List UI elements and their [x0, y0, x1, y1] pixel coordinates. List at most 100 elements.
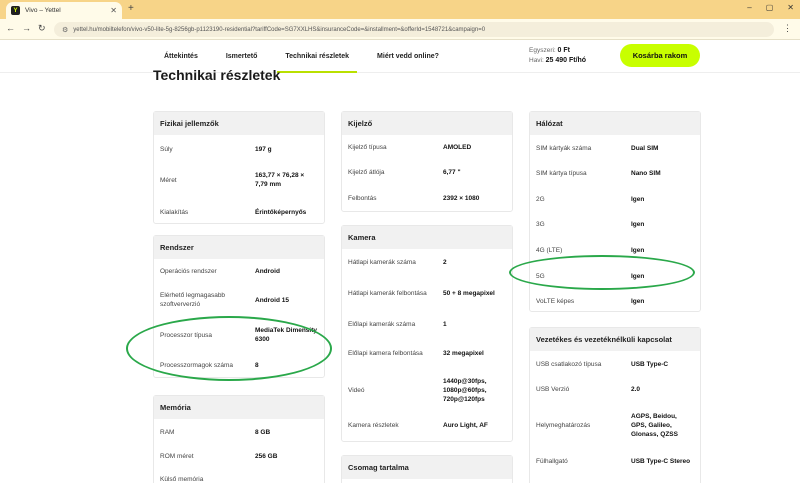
- spec-value: MediaTek Dimensity 6300: [255, 327, 318, 343]
- spec-value: 163,77 × 76,28 × 7,79 mm: [255, 172, 305, 188]
- page-title: Technikai részletek: [153, 67, 281, 83]
- spec-value: 8 GB: [255, 428, 271, 436]
- spec-label: USB csatlakozó típusa: [536, 361, 602, 368]
- card-title: Vezetékes és vezetéknélküli kapcsolat: [530, 328, 700, 351]
- price-summary: Egyszeri: 0 Ft Havi: 25 490 Ft/hó: [529, 46, 586, 66]
- spec-label: Kijelző átlója: [348, 169, 385, 176]
- spec-value: 2: [443, 259, 447, 266]
- forward-arrow-icon[interactable]: →: [22, 23, 31, 33]
- card-title: Csomag tartalma: [342, 456, 512, 479]
- spec-row: Súly 197 g: [154, 138, 324, 160]
- spec-row: SIM kártyák száma Dual SIM: [530, 136, 700, 161]
- close-icon[interactable]: ✕: [110, 6, 117, 15]
- spec-label: 4G (LTE): [536, 246, 563, 254]
- spec-value: 1: [443, 320, 447, 328]
- reload-icon[interactable]: ↻: [38, 23, 46, 34]
- spec-row: Processzor típusa MediaTek Dimensity 6300: [154, 318, 324, 352]
- spec-label: Külső memória: [160, 475, 204, 483]
- spec-row: Előlapi kamerák száma 1: [342, 311, 512, 337]
- spec-value: 8: [255, 361, 259, 369]
- tab-title: Vivo – Yettel: [25, 7, 61, 14]
- spec-row: USB csatlakozó típusa USB Type-C: [530, 352, 700, 377]
- spec-row: RAM 8 GB: [154, 420, 324, 444]
- browser-toolbar: ← → ↻ ⚙ yettel.hu/mobiltelefon/vivo-v50-…: [0, 19, 800, 40]
- spec-row: 3G Igen: [530, 212, 700, 237]
- spec-label: VoLTE képes: [536, 298, 575, 305]
- card-title: Kamera: [342, 226, 512, 249]
- spec-label: Méret: [160, 176, 177, 184]
- nav-technikai-reszletek[interactable]: Technikai részletek: [271, 40, 363, 73]
- spec-label: ROM méret: [160, 452, 194, 460]
- address-bar[interactable]: ⚙ yettel.hu/mobiltelefon/vivo-v50-lite-5…: [54, 22, 774, 37]
- spec-row: 5G Igen: [530, 263, 700, 289]
- spec-row: Videó 1440p@30fps, 1080p@60fps, 720p@120f…: [342, 369, 512, 411]
- spec-value: AGPS, Beidou, GPS, Galileo, Glonass, QZS…: [631, 412, 678, 438]
- spec-label: SIM kártyák száma: [536, 145, 592, 152]
- card-title: Memória: [154, 396, 324, 419]
- spec-row: Fülhallgató USB Type-C Stereo: [530, 448, 700, 474]
- spec-label: Kijelző típusa: [348, 143, 387, 151]
- spec-value: 256 GB: [255, 452, 278, 460]
- spec-row: Hátlapi kamerák felbontása 50 + 8 megapix…: [342, 275, 512, 311]
- minimize-icon[interactable]: –: [747, 3, 751, 12]
- card-title: Fizikai jellemzők: [154, 112, 324, 135]
- new-tab-button[interactable]: +: [128, 3, 134, 14]
- spec-value: 2.0: [631, 386, 641, 393]
- site-header: Áttekintés Ismertető Technikai részletek…: [0, 40, 800, 73]
- card-memoria: Memória RAM 8 GB ROM méret 256 GB Külső me…: [153, 395, 325, 483]
- spec-label: Hátlapi kamerák felbontása: [348, 289, 427, 297]
- price-once-value: 0 Ft: [557, 47, 570, 54]
- spec-value: Nano SIM: [631, 170, 661, 177]
- spec-label: Felbontás: [348, 195, 377, 202]
- price-month-value: 25 490 Ft/hó: [545, 57, 587, 64]
- spec-value: Igen: [631, 272, 645, 280]
- spec-label: Operációs rendszer: [160, 267, 217, 275]
- spec-value: Igen: [631, 298, 645, 305]
- card-fizikai-jellemzok: Fizikai jellemzők Súly 197 g Méret 163,77 …: [153, 111, 325, 224]
- spec-value: Igen: [631, 221, 645, 228]
- spec-label: RAM: [160, 428, 175, 436]
- spec-label: Fülhallgató: [536, 457, 568, 465]
- spec-row: USB Verzió 2.0: [530, 377, 700, 402]
- spec-value: 2392 × 1080: [443, 195, 480, 202]
- url-text: yettel.hu/mobiltelefon/vivo-v50-lite-5g-…: [73, 26, 486, 33]
- spec-label: Elérhető legmagasabb szoftververzió: [160, 292, 226, 308]
- spec-row: Külső memória: [154, 468, 324, 483]
- spec-label: 2G: [536, 195, 545, 203]
- spec-row: 2G Igen: [530, 186, 700, 212]
- spec-label: Előlapi kamera felbontása: [348, 349, 423, 357]
- spec-label: Előlapi kamerák száma: [348, 320, 416, 328]
- spec-label: Processzor típusa: [160, 331, 213, 339]
- card-title: Kijelző: [342, 112, 512, 135]
- add-to-cart-button[interactable]: Kosárba rakom: [620, 44, 700, 67]
- nav-miert-vedd-online[interactable]: Miért vedd online?: [363, 40, 453, 73]
- spec-value: Igen: [631, 246, 645, 254]
- card-title: Hálózat: [530, 112, 700, 135]
- spec-row: Méret 163,77 × 76,28 × 7,79 mm: [154, 160, 324, 200]
- close-window-icon[interactable]: ✕: [787, 3, 794, 12]
- spec-label: Processzormagok száma: [160, 361, 233, 369]
- maximize-icon[interactable]: ▢: [766, 3, 774, 12]
- spec-row: Helymeghatározás AGPS, Beidou, GPS, Galil…: [530, 402, 700, 448]
- spec-value: 50 + 8 megapixel: [443, 289, 495, 297]
- window-controls: – ▢ ✕: [747, 3, 794, 12]
- spec-label: SIM kártya típusa: [536, 170, 587, 177]
- spec-value: Android 15: [255, 296, 289, 304]
- spec-label: 3G: [536, 221, 545, 228]
- browser-tab[interactable]: Y Vivo – Yettel ✕: [6, 2, 122, 19]
- spec-label: Helymeghatározás: [536, 421, 591, 429]
- spec-value: Érintőképernyős: [255, 208, 307, 216]
- spec-row: Processzormagok száma 8: [154, 352, 324, 378]
- spec-value: 197 g: [255, 145, 272, 153]
- spec-label: USB Verzió: [536, 386, 570, 393]
- price-month-label: Havi:: [529, 57, 544, 64]
- card-csomag-tartalma: Csomag tartalma: [341, 455, 513, 483]
- yettel-favicon-icon: Y: [11, 6, 20, 15]
- site-info-icon[interactable]: ⚙: [62, 26, 68, 34]
- spec-value: Dual SIM: [631, 145, 659, 152]
- spec-value: Auro Light, AF: [443, 421, 488, 429]
- price-once-label: Egyszeri:: [529, 47, 556, 54]
- back-arrow-icon[interactable]: ←: [6, 23, 15, 33]
- spec-row: ROM méret 256 GB: [154, 444, 324, 468]
- menu-icon[interactable]: ⋮: [783, 23, 792, 34]
